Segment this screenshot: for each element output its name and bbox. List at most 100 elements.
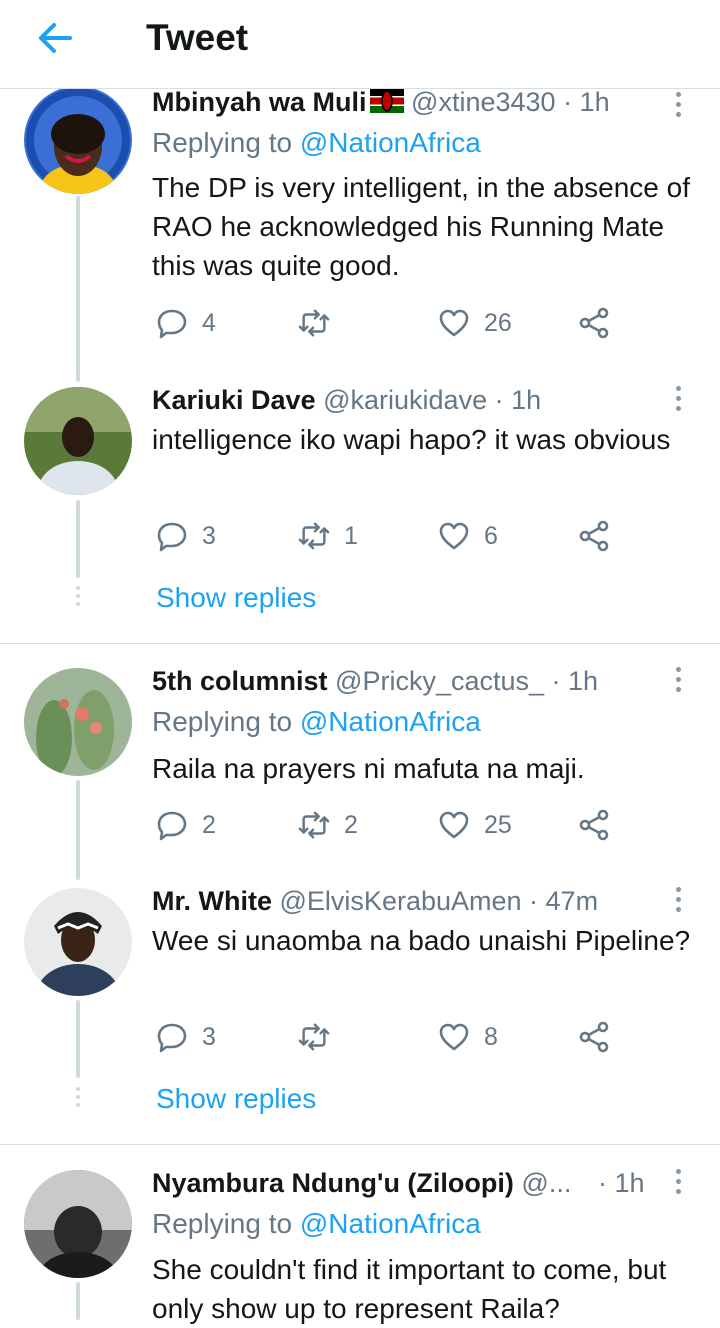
avatar[interactable] — [24, 1170, 132, 1278]
tweet-text: Wee si unaomba na bado unaishi Pipeline? — [152, 925, 691, 956]
like-count: 8 — [484, 1022, 498, 1051]
tweet-author-line: Mbinyah wa Muli @xtine3430 · 1h — [152, 84, 660, 120]
heart-icon — [439, 522, 469, 550]
reply-icon — [157, 309, 187, 339]
reply-count: 4 — [202, 308, 216, 337]
author-name[interactable]: Mr. White — [152, 886, 272, 916]
like-button[interactable]: 6 — [438, 516, 498, 556]
reply-count: 3 — [202, 521, 216, 550]
more-options-button[interactable] — [672, 92, 684, 122]
author-handle[interactable]: @xtine3430 — [411, 87, 556, 117]
tweet-time: · 1h — [563, 87, 610, 117]
page-title: Tweet — [146, 17, 249, 58]
share-button[interactable] — [578, 303, 610, 343]
thread-line — [76, 1282, 80, 1320]
replying-to-label: Replying to — [152, 127, 293, 158]
tweet-text: intelligence iko wapi hapo? it was obvio… — [152, 424, 671, 455]
tweet-time: · 1h — [494, 385, 542, 415]
retweet-count: 2 — [344, 810, 358, 839]
share-icon — [579, 307, 609, 339]
reply-count: 2 — [202, 810, 216, 839]
mention-link[interactable]: @NationAfrica — [300, 1208, 481, 1239]
thread-dots — [76, 1087, 80, 1111]
replying-to-label: Replying to — [152, 706, 293, 737]
reply-icon — [157, 811, 187, 841]
more-options-button[interactable] — [672, 887, 684, 917]
heart-icon — [439, 811, 469, 839]
reply-button[interactable]: 2 — [156, 805, 216, 845]
share-button[interactable] — [578, 805, 610, 845]
author-handle[interactable]: @kariukidave — [323, 385, 487, 415]
share-icon — [579, 520, 609, 552]
author-handle[interactable]: @ElvisKerabuAmen — [280, 886, 522, 916]
show-replies-link[interactable]: Show replies — [156, 579, 316, 617]
reply-icon — [157, 522, 187, 552]
avatar[interactable] — [24, 668, 132, 776]
more-options-button[interactable] — [672, 386, 684, 416]
share-icon — [579, 1021, 609, 1053]
author-handle[interactable]: @Pricky_cactus_ — [335, 666, 544, 696]
retweet-button[interactable]: 1 — [298, 516, 358, 556]
author-name[interactable]: 5th columnist — [152, 666, 328, 696]
back-button[interactable] — [28, 14, 86, 62]
thread-line — [76, 500, 80, 578]
like-count: 26 — [484, 308, 512, 337]
like-count: 6 — [484, 521, 498, 550]
retweet-button[interactable] — [298, 303, 344, 343]
tweet-time-wrap: · 1h — [598, 1165, 660, 1201]
avatar[interactable] — [24, 888, 132, 996]
retweet-icon — [298, 1023, 330, 1051]
author-handle[interactable]: @... — [521, 1168, 571, 1198]
retweet-count: 1 — [344, 521, 358, 550]
replying-to: Replying to @NationAfrica — [152, 703, 481, 741]
replying-to-label: Replying to — [152, 1208, 293, 1239]
more-options-button[interactable] — [672, 667, 684, 697]
retweet-icon — [298, 811, 330, 839]
tweet-time: · 1h — [598, 1168, 645, 1198]
tweet-actions: 4 26 — [152, 303, 652, 343]
thread-dots — [76, 586, 80, 610]
mention-link[interactable]: @NationAfrica — [300, 706, 481, 737]
thread-line — [76, 1000, 80, 1078]
like-button[interactable]: 25 — [438, 805, 512, 845]
tweet-actions: 3 1 6 — [152, 516, 652, 556]
more-options-button[interactable] — [672, 1169, 684, 1199]
reply-button[interactable]: 4 — [156, 303, 216, 343]
tweet-time: · 1h — [551, 666, 599, 696]
avatar[interactable] — [24, 86, 132, 194]
reply-button[interactable]: 3 — [156, 1017, 216, 1057]
tweet-author-line: Mr. White @ElvisKerabuAmen · 47m — [152, 883, 660, 919]
author-name[interactable]: Mbinyah wa Muli — [152, 87, 367, 117]
divider — [0, 643, 720, 644]
share-button[interactable] — [578, 1017, 610, 1057]
reply-count: 3 — [202, 1022, 216, 1051]
avatar[interactable] — [24, 387, 132, 495]
retweet-button[interactable]: 2 — [298, 805, 358, 845]
share-button[interactable] — [578, 516, 610, 556]
author-name[interactable]: Kariuki Dave — [152, 385, 316, 415]
tweet-actions: 3 8 — [152, 1017, 652, 1057]
like-button[interactable]: 26 — [438, 303, 512, 343]
share-icon — [579, 809, 609, 841]
thread-line — [76, 780, 80, 880]
show-replies-link[interactable]: Show replies — [156, 1080, 316, 1118]
kenya-flag-icon — [369, 89, 404, 113]
heart-icon — [439, 309, 469, 337]
tweet-actions: 2 2 25 — [152, 805, 652, 845]
retweet-icon — [298, 309, 330, 337]
reply-button[interactable]: 3 — [156, 516, 216, 556]
heart-icon — [439, 1023, 469, 1051]
retweet-icon — [298, 522, 330, 550]
author-name[interactable]: Nyambura Ndung'u (Ziloopi) — [152, 1168, 514, 1198]
replying-to: Replying to @NationAfrica — [152, 124, 481, 162]
tweet-text: Raila na prayers ni mafuta na maji. — [152, 753, 585, 784]
tweet-author-line: Nyambura Ndung'u (Ziloopi) @... — [152, 1165, 590, 1201]
tweet-author-line: 5th columnist @Pricky_cactus_ · 1h — [152, 663, 660, 699]
like-count: 25 — [484, 810, 512, 839]
like-button[interactable]: 8 — [438, 1017, 498, 1057]
tweet-text: The DP is very intelligent, in the absen… — [152, 172, 691, 281]
reply-icon — [157, 1023, 187, 1053]
retweet-button[interactable] — [298, 1017, 344, 1057]
mention-link[interactable]: @NationAfrica — [300, 127, 481, 158]
top-app-bar: Tweet — [0, 0, 720, 89]
